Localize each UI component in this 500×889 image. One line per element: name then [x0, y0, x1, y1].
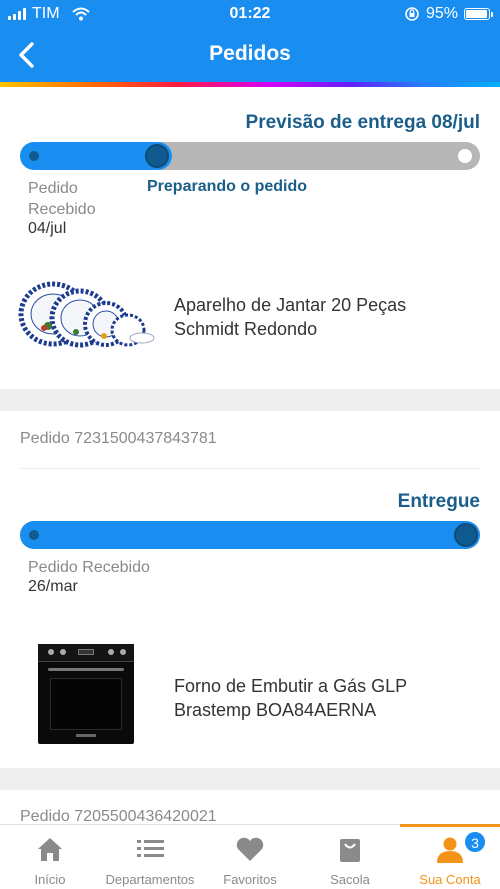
nav-item-favoritos[interactable]: Favoritos	[200, 825, 300, 889]
home-icon	[38, 838, 62, 861]
order-status: Entregue	[397, 491, 480, 512]
oven-product-image[interactable]	[38, 644, 134, 744]
order-progress-bar	[20, 521, 480, 549]
nav-item-inicio[interactable]: Início	[0, 825, 100, 889]
dinnerware-product-image[interactable]	[18, 280, 158, 352]
bag-icon	[340, 839, 360, 862]
battery-info: 95%	[404, 5, 493, 23]
delivery-estimate: Previsão de entrega 08/jul	[245, 112, 480, 133]
step-dot-received	[29, 530, 39, 540]
product-name[interactable]: Forno de Embutir a Gás GLP Brastemp BOA8…	[174, 674, 474, 722]
nav-label: Sua Conta	[419, 872, 481, 887]
nav-item-departamentos[interactable]: Departamentos	[100, 825, 200, 889]
nav-item-sacola[interactable]: Sacola	[300, 825, 400, 889]
order-number: Pedido 7231500437843781	[20, 430, 217, 447]
step-dot-current	[145, 144, 169, 168]
nav-label: Favoritos	[223, 872, 277, 887]
orientation-lock-icon	[405, 7, 419, 21]
bottom-navigation: Início Departamentos Favoritos Sacola 3 …	[0, 824, 500, 889]
section-divider	[0, 389, 500, 411]
notification-badge: 3	[464, 831, 486, 853]
step-dot-delivered	[454, 523, 478, 547]
header-accent-stripe	[0, 82, 500, 87]
page-title: Pedidos	[209, 42, 291, 65]
user-icon	[437, 837, 463, 863]
nav-item-sua-conta[interactable]: 3 Sua Conta	[400, 824, 500, 889]
heart-icon	[236, 837, 264, 861]
nav-label: Início	[34, 872, 66, 887]
list-icon	[137, 840, 164, 857]
separator-line	[20, 468, 480, 469]
nav-label: Departamentos	[105, 872, 195, 887]
product-name[interactable]: Aparelho de Jantar 20 Peças Schmidt Redo…	[174, 293, 474, 341]
step-dot-delivered	[458, 149, 472, 163]
step-received-label: Pedido Recebido	[28, 559, 150, 576]
step-received-label: Pedido Recebido	[28, 180, 96, 218]
battery-icon	[464, 8, 493, 20]
step-received-date: 04/jul	[28, 220, 67, 237]
order-progress-bar	[20, 142, 480, 170]
progress-fill	[20, 521, 480, 549]
status-bar: TIM 01:22 95%	[0, 0, 500, 28]
section-divider	[0, 768, 500, 790]
active-indicator	[400, 824, 500, 827]
step-received-date: 26/mar	[28, 578, 78, 595]
nav-label: Sacola	[330, 872, 370, 887]
battery-percent: 95%	[425, 5, 458, 22]
app-header: Pedidos	[0, 28, 500, 82]
step-current-label: Preparando o pedido	[147, 178, 308, 195]
step-dot-received	[29, 151, 39, 161]
